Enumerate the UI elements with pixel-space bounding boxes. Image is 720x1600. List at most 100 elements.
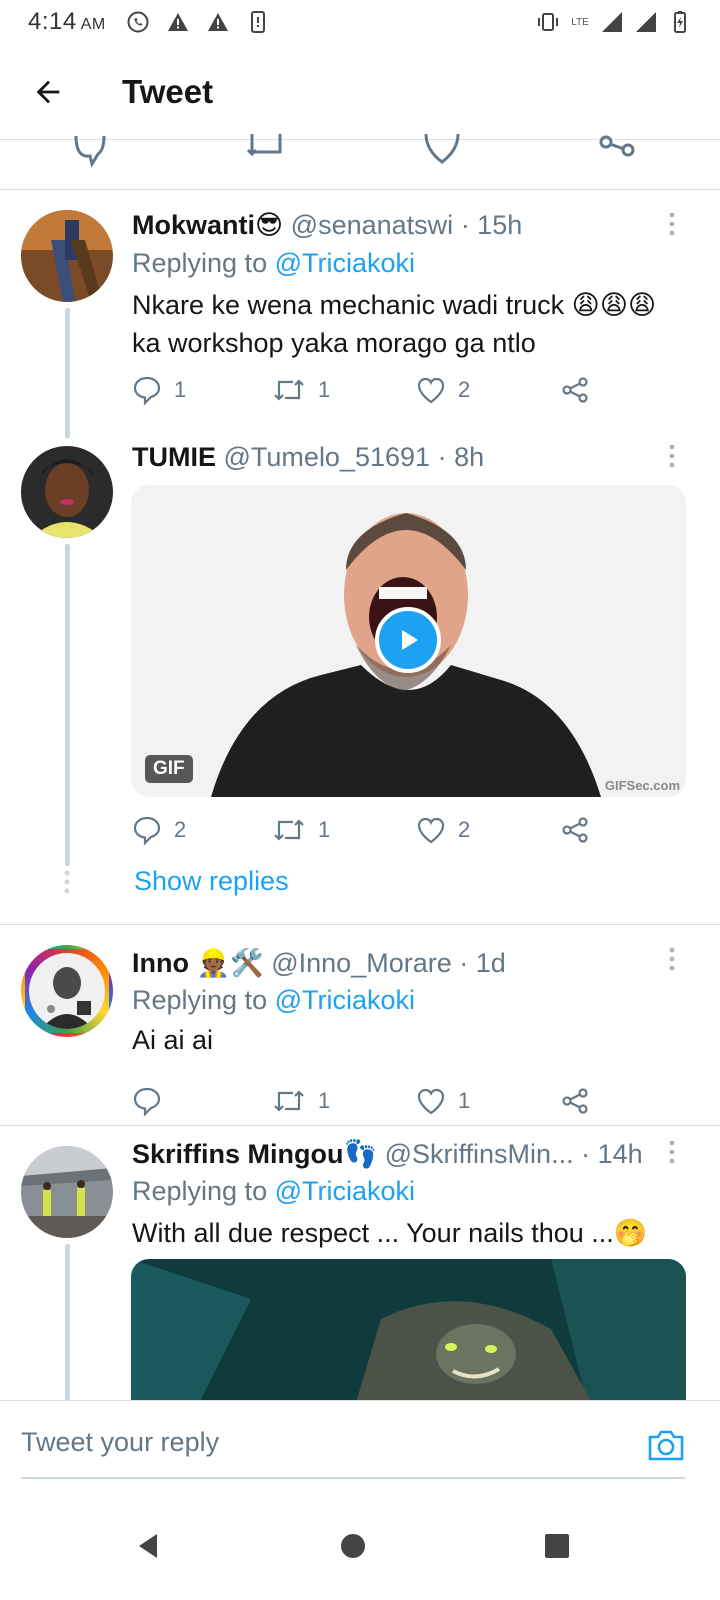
tweet-actions: 1 1 2 xyxy=(132,370,612,410)
recents-square-icon xyxy=(545,1534,569,1558)
like-count: 1 xyxy=(458,1088,471,1113)
avatar[interactable] xyxy=(21,945,113,1037)
like-icon xyxy=(417,1088,445,1115)
reply-count: 2 xyxy=(174,817,187,842)
thread-line xyxy=(65,544,70,866)
nav-home-button[interactable] xyxy=(333,1526,373,1566)
system-nav-bar xyxy=(0,1496,720,1600)
like-button[interactable]: 1 xyxy=(416,1081,470,1121)
author-handle: @senanatswi xyxy=(290,210,454,240)
warning-icon xyxy=(166,10,190,34)
like-button[interactable]: 2 xyxy=(416,370,470,410)
signal-icon xyxy=(634,10,658,34)
retweet-button[interactable]: 1 xyxy=(272,1081,330,1121)
replying-to: Replying to @Triciakoki xyxy=(132,1176,416,1206)
tweet-item[interactable]: Mokwanti😎 @senanatswi · 15h Replying to … xyxy=(0,190,720,438)
show-replies-link[interactable]: Show replies xyxy=(134,866,289,897)
tweet-text: Nkare ke wena mechanic wadi truck 😩😩😩 ka… xyxy=(132,290,657,358)
thread-dots xyxy=(64,870,70,894)
tweet-item[interactable]: Inno 👷🏾🛠️ @Inno_Morare · 1d Replying to … xyxy=(0,925,720,1125)
avatar[interactable] xyxy=(21,210,113,302)
nav-recents-button[interactable] xyxy=(537,1526,577,1566)
tweet-item[interactable]: Skriffins Mingou👣 @SkriffinsMin... · 14h… xyxy=(0,1126,720,1400)
like-button[interactable]: 2 xyxy=(416,810,470,850)
more-options-icon[interactable] xyxy=(660,947,684,971)
share-icon[interactable] xyxy=(598,130,638,170)
retweet-button[interactable]: 1 xyxy=(272,370,330,410)
retweet-button[interactable]: 1 xyxy=(272,810,330,850)
more-options-icon[interactable] xyxy=(660,1140,684,1164)
warning-icon xyxy=(206,10,230,34)
author-handle: @Inno_Morare xyxy=(271,948,452,978)
status-time: 4:14 AM xyxy=(28,8,106,35)
like-icon xyxy=(417,377,445,404)
tweet-actions: 1 1 xyxy=(132,1081,612,1121)
tweet-time: · 8h xyxy=(437,442,485,472)
retweet-icon xyxy=(274,819,304,841)
tweet-time: · 1d xyxy=(459,948,506,978)
share-button[interactable] xyxy=(560,810,590,850)
phone-storage-icon xyxy=(246,10,270,34)
share-button[interactable] xyxy=(560,1081,590,1121)
reply-icon[interactable] xyxy=(70,130,110,170)
reply-count: 1 xyxy=(174,377,187,402)
replying-to: Replying to @Triciakoki xyxy=(132,248,416,278)
lte-icon: LTE xyxy=(571,16,589,28)
reply-input[interactable]: Tweet your reply xyxy=(21,1427,219,1458)
like-icon xyxy=(417,817,445,844)
gif-watermark: GIFSec.com xyxy=(604,778,680,793)
battery-charging-icon xyxy=(668,10,692,34)
nav-back-button[interactable] xyxy=(128,1526,168,1566)
back-triangle-icon xyxy=(139,1534,157,1558)
retweet-icon xyxy=(274,379,304,401)
retweet-count: 1 xyxy=(318,377,331,402)
author-name[interactable]: TUMIE xyxy=(132,442,216,472)
like-icon[interactable] xyxy=(422,130,462,170)
tweet-text: With all due respect ... Your nails thou… xyxy=(132,1218,648,1248)
replying-to-link[interactable]: @Triciakoki xyxy=(275,248,415,278)
reply-composer: Tweet your reply xyxy=(0,1400,720,1496)
more-options-icon[interactable] xyxy=(660,212,684,236)
tweet-text: Ai ai ai xyxy=(132,1025,214,1055)
home-circle-icon xyxy=(341,1534,365,1558)
thread-line xyxy=(65,308,70,438)
camera-icon[interactable] xyxy=(646,1427,686,1463)
author-name[interactable]: Mokwanti😎 xyxy=(132,210,283,240)
tweet-time: · 15h xyxy=(460,210,523,240)
app-bar: Tweet xyxy=(0,44,720,140)
tweet-media[interactable] xyxy=(131,1259,686,1400)
share-icon xyxy=(562,377,588,403)
replying-to-link[interactable]: @Triciakoki xyxy=(275,985,415,1015)
avatar[interactable] xyxy=(21,1146,113,1238)
like-count: 2 xyxy=(458,377,471,402)
reply-button[interactable]: 1 xyxy=(132,370,186,410)
more-options-icon[interactable] xyxy=(660,444,684,468)
tweet-time: · 14h xyxy=(581,1139,643,1169)
page-title: Tweet xyxy=(122,72,214,110)
reply-icon xyxy=(133,816,161,845)
like-count: 2 xyxy=(458,817,471,842)
replying-to: Replying to @Triciakoki xyxy=(132,985,416,1015)
reply-button[interactable] xyxy=(132,1081,174,1121)
main-tweet-actions xyxy=(0,133,720,190)
back-button[interactable] xyxy=(0,44,98,140)
author-handle: @SkriffinsMin... xyxy=(384,1139,574,1169)
avatar[interactable] xyxy=(21,446,113,538)
author-name[interactable]: Skriffins Mingou👣 xyxy=(132,1139,377,1169)
status-bar: 4:14 AM LTE xyxy=(0,0,720,44)
gif-media[interactable]: GIF GIFSec.com xyxy=(131,485,686,797)
share-icon xyxy=(562,1088,588,1114)
tweet-item[interactable]: TUMIE @Tumelo_51691 · 8h GIF GIFSec.com xyxy=(0,430,720,924)
tweet-actions: 2 1 2 xyxy=(132,810,612,850)
play-button[interactable] xyxy=(375,607,441,673)
reply-button[interactable]: 2 xyxy=(132,810,186,850)
share-button[interactable] xyxy=(560,370,590,410)
replies-feed: Mokwanti😎 @senanatswi · 15h Replying to … xyxy=(0,190,720,1400)
signal-icon xyxy=(600,10,624,34)
play-icon xyxy=(402,630,418,650)
retweet-icon xyxy=(274,1090,304,1112)
arrow-left-icon xyxy=(36,80,60,103)
replying-to-link[interactable]: @Triciakoki xyxy=(275,1176,415,1206)
author-name[interactable]: Inno 👷🏾🛠️ xyxy=(132,948,264,978)
retweet-icon[interactable] xyxy=(246,130,286,170)
